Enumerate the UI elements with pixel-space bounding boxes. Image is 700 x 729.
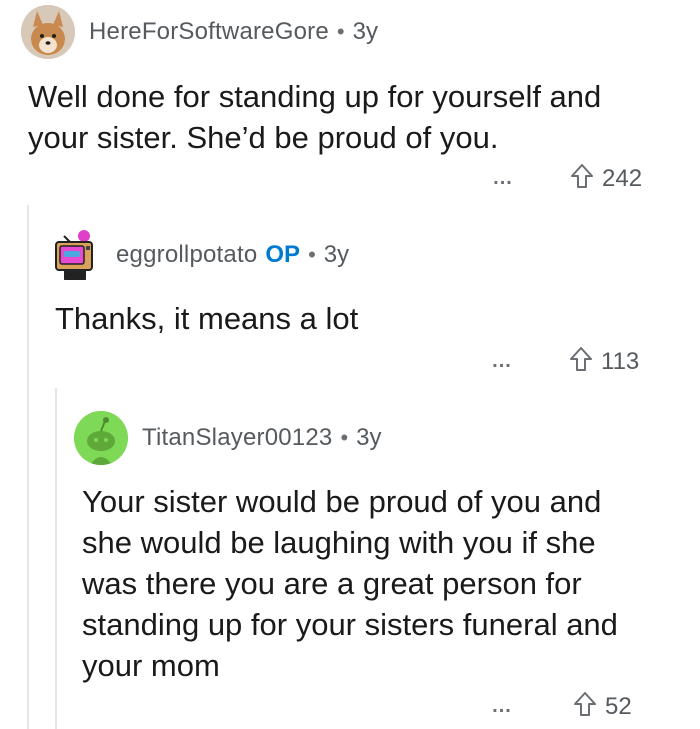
username[interactable]: TitanSlayer00123 (142, 424, 332, 452)
comment-body-line: standing up for your sisters funeral and (82, 607, 618, 642)
upvote-count: 113 (601, 347, 640, 375)
robot-tv-avatar-icon[interactable] (48, 228, 102, 282)
comment-header: HereForSoftwareGore • 3y (21, 5, 378, 59)
upvote-count: 242 (602, 164, 643, 192)
comment-body-line: your mom (82, 648, 220, 683)
comment-actions: ... 113 (487, 346, 639, 377)
comment-age: 3y (356, 424, 382, 451)
comment-body-line: she would be laughing with you if she (82, 525, 596, 560)
separator-dot: • (308, 242, 316, 267)
separator-dot: • (340, 425, 349, 450)
upvote-group: 113 (569, 346, 639, 377)
op-badge: OP (265, 241, 301, 268)
upvote-arrow-icon[interactable] (569, 346, 593, 377)
comment-body-line: Thanks, it means a lot (55, 301, 359, 336)
more-options-button[interactable]: ... (487, 695, 517, 718)
thread-line-level-2[interactable] (55, 388, 57, 729)
upvote-group: 52 (573, 691, 632, 722)
comment-header: eggrollpotato OP • 3y (48, 228, 349, 282)
upvote-count: 52 (605, 692, 632, 720)
comment-body: Your sister would be proud of you and sh… (82, 481, 618, 686)
comment-age: 3y (323, 241, 350, 268)
snoo-avatar-icon[interactable] (74, 411, 128, 465)
more-options-button[interactable]: ... (488, 167, 518, 190)
comment-body: Thanks, it means a lot (55, 298, 358, 339)
comment-body-line: was there you are a great person for (82, 566, 582, 601)
comment-body: Well done for standing up for yourself a… (28, 76, 601, 158)
upvote-arrow-icon[interactable] (573, 691, 597, 722)
comment-age: 3y (352, 18, 378, 45)
thread-line-level-1[interactable] (27, 205, 29, 729)
comment-body-line: Well done for standing up for yourself a… (28, 79, 602, 114)
more-options-button[interactable]: ... (487, 350, 517, 373)
comment-header: TitanSlayer00123 • 3y (74, 411, 382, 465)
comment-body-line: Your sister would be proud of you and (82, 484, 602, 519)
username[interactable]: eggrollpotato (116, 241, 257, 269)
comment-body-line: your sister. She’d be proud of you. (28, 120, 499, 155)
comment-actions: ... 242 (488, 163, 642, 194)
upvote-arrow-icon[interactable] (570, 163, 594, 194)
comment-actions: ... 52 (487, 691, 632, 722)
username[interactable]: HereForSoftwareGore (89, 18, 329, 46)
upvote-group: 242 (570, 163, 642, 194)
dog-avatar-icon[interactable] (21, 5, 75, 59)
separator-dot: • (336, 19, 345, 44)
